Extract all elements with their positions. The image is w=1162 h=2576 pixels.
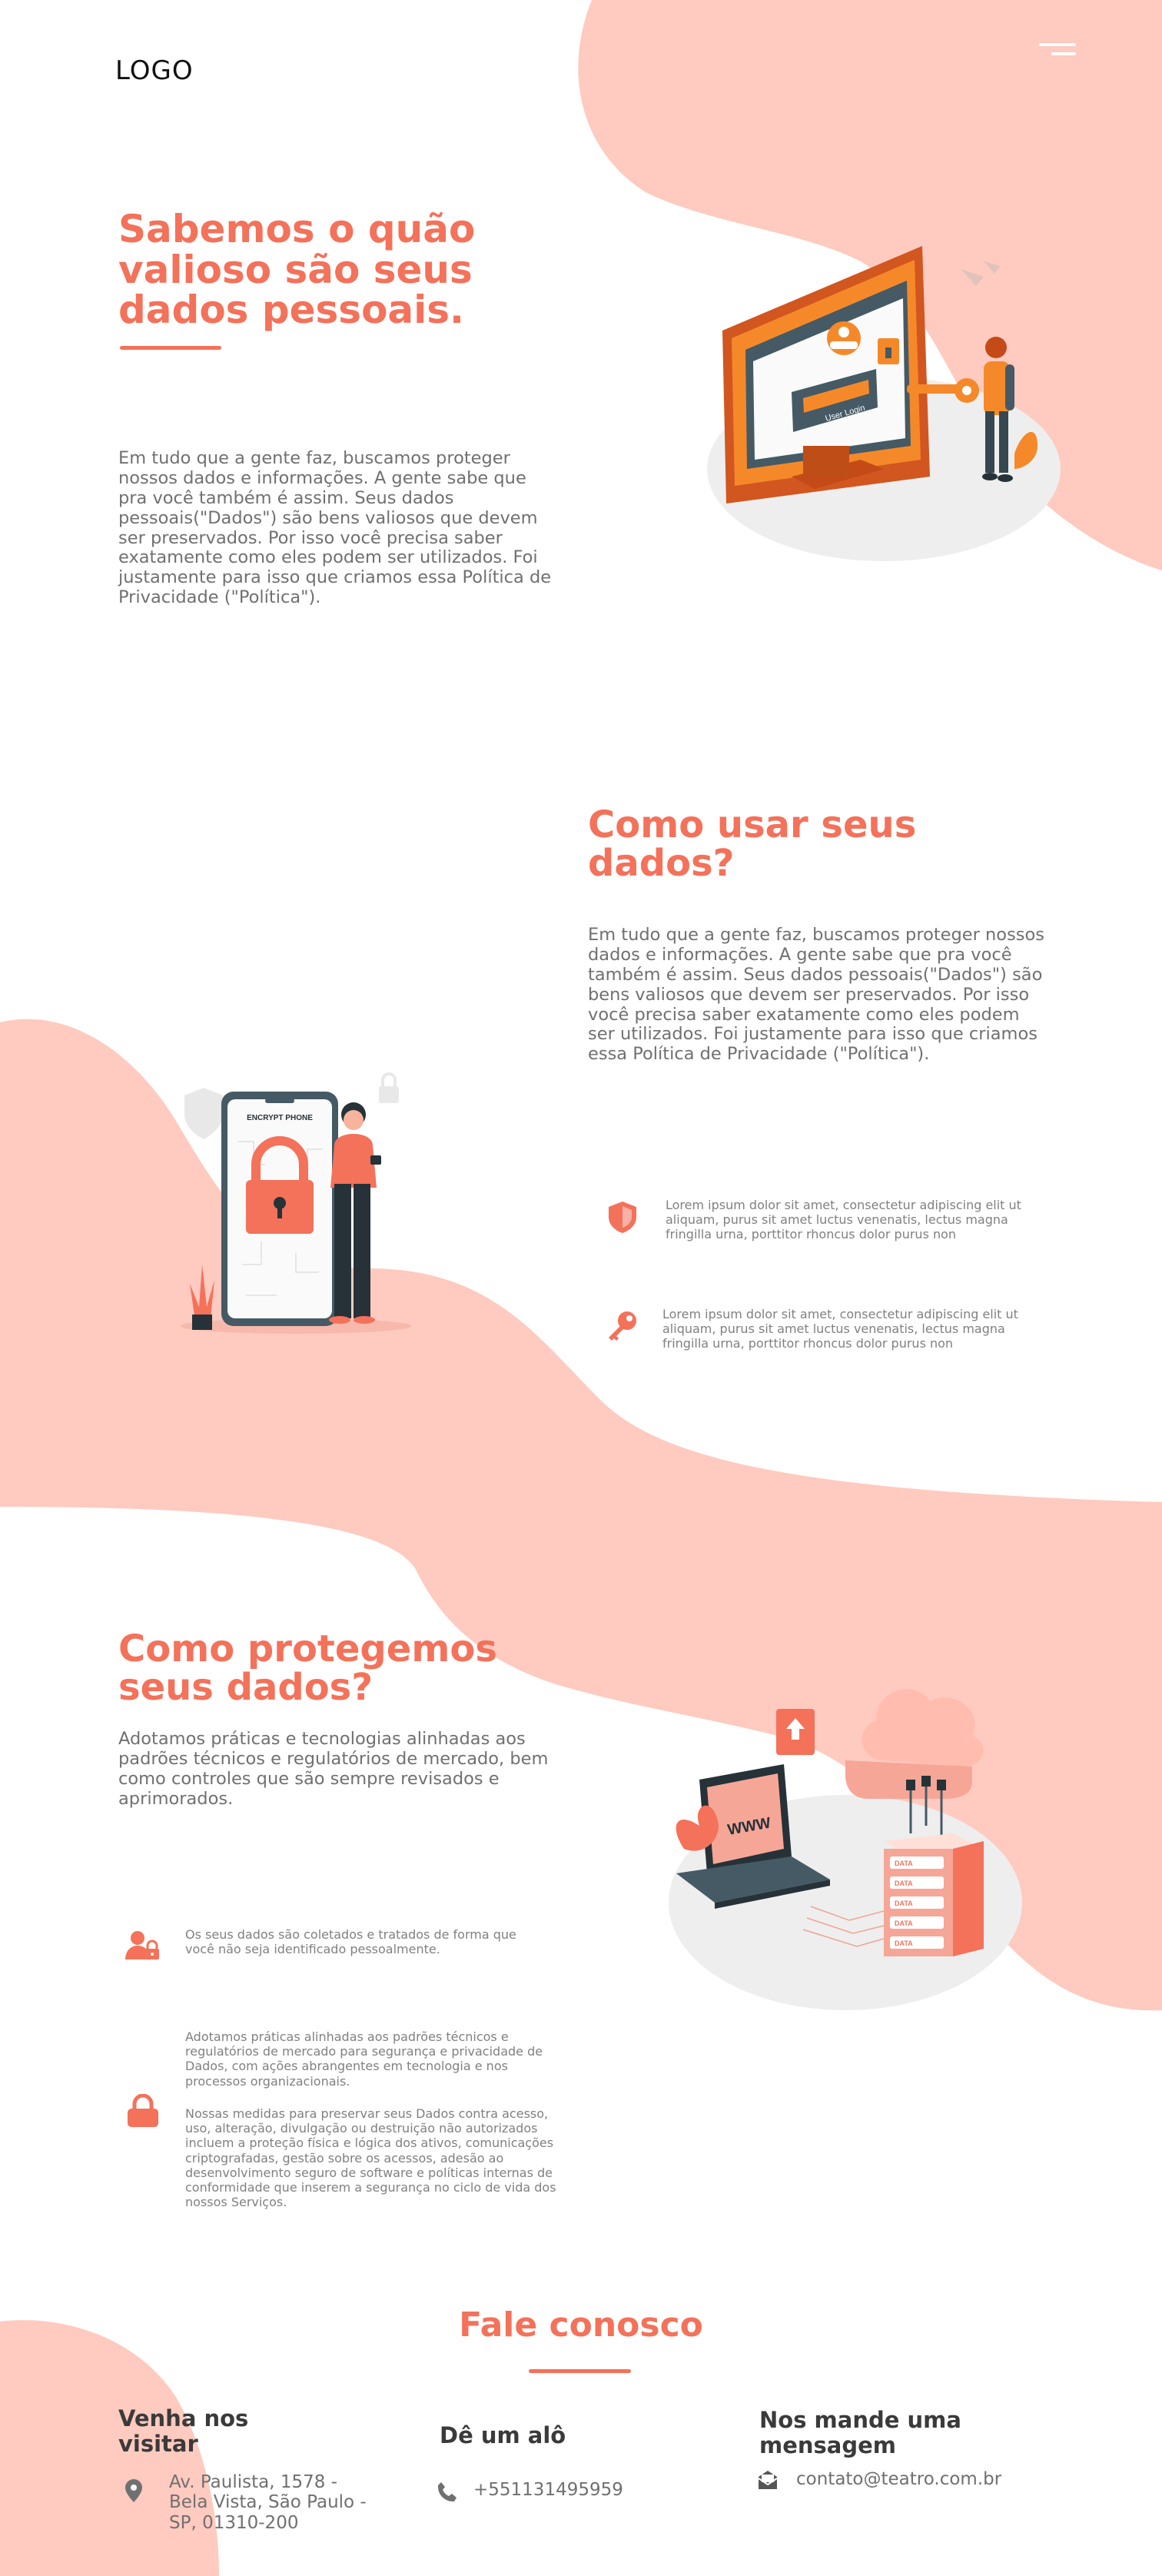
usage-feature-text: Lorem ipsum dolor sit amet, consectetur …: [666, 1198, 1021, 1242]
usage-feature-shield: Lorem ipsum dolor sit amet, consectetur …: [599, 1195, 1045, 1249]
server-data-label: DATA: [895, 1900, 913, 1907]
contact-call-title: Dê um alô: [440, 2422, 566, 2448]
cloud-icon: [961, 261, 1001, 286]
hero-login-illustration: User Login: [707, 246, 1061, 561]
usage-title: Como usar seus dados?: [588, 803, 917, 886]
hero-paragraph: Em tudo que a gente faz, buscamos proteg…: [118, 448, 552, 608]
protect-paragraph: Adotamos práticas e tecnologias alinhada…: [118, 1729, 549, 1809]
mail-icon: [758, 2471, 778, 2489]
server-data-label: DATA: [895, 1860, 913, 1867]
protect-feature-text: Nossas medidas para preservar seus Dados…: [185, 2106, 556, 2210]
usage-feature-text: Lorem ipsum dolor sit amet, consectetur …: [662, 1307, 1018, 1351]
server-data-label: DATA: [895, 1880, 913, 1887]
hamburger-menu-icon[interactable]: [1039, 43, 1076, 61]
server-data-label: DATA: [895, 1939, 913, 1947]
contact-visit-title: Venha nos visitar: [118, 2405, 249, 2458]
contact-phone[interactable]: +551131495959: [473, 2480, 673, 2500]
contact-address: Av. Paulista, 1578 - Bela Vista, São Pau…: [169, 2472, 367, 2533]
encrypt-phone-illustration: ENCRYPT PHONE: [181, 1072, 411, 1334]
protect-feature-text: Os seus dados são coletados e tratados d…: [185, 1927, 516, 1957]
encrypt-phone-label: ENCRYPT PHONE: [247, 1114, 313, 1122]
contact-email[interactable]: contato@teatro.com.br: [796, 2469, 1042, 2489]
lock-icon: [128, 2094, 158, 2127]
cloud-server-illustration: DATA DATA DATA DATA DATA WWW: [669, 1689, 1022, 2010]
usage-paragraph: Em tudo que a gente faz, buscamos proteg…: [588, 925, 1045, 1065]
user-lock-icon: [125, 1931, 159, 1959]
protect-feature-user: Os seus dados são coletados e tratados d…: [119, 1926, 565, 1972]
hero-title-underline: [120, 346, 221, 350]
contact-mail-title: Nos mande uma mensagem: [759, 2407, 961, 2459]
hero-title: Sabemos o quão valioso são seus dados pe…: [118, 207, 476, 332]
location-pin-icon: [125, 2479, 142, 2502]
protect-feature-text: Adotamos práticas alinhadas aos padrões …: [185, 2029, 543, 2089]
contact-title-underline: [529, 2369, 631, 2373]
shield-icon: [609, 1202, 636, 1233]
key-icon: [609, 1311, 636, 1341]
server-data-label: DATA: [895, 1920, 913, 1927]
protect-title: Como protegemos seus dados?: [118, 1627, 497, 1710]
usage-feature-key: Lorem ipsum dolor sit amet, consectetur …: [599, 1307, 1045, 1361]
protect-feature-lock: Adotamos práticas alinhadas aos padrões …: [119, 2029, 565, 2214]
phone-icon: [437, 2482, 456, 2501]
contact-title: Fale conosco: [459, 2305, 703, 2345]
logo[interactable]: LOGO: [115, 55, 194, 86]
